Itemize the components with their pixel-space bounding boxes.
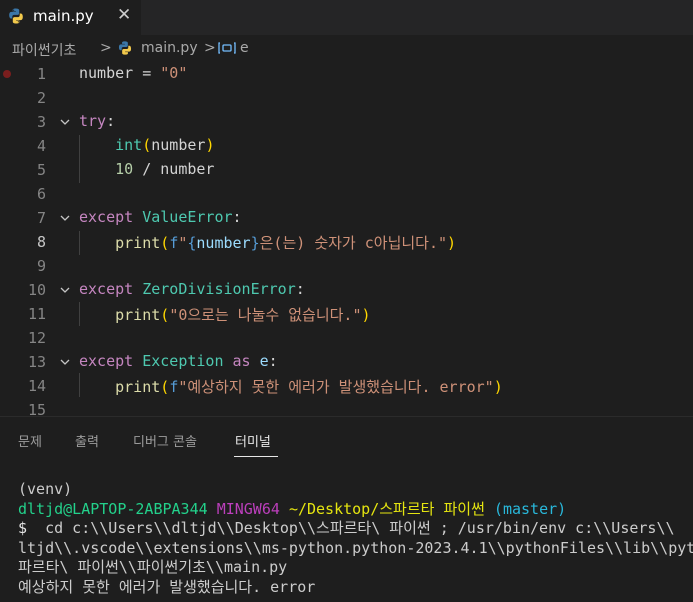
code-text: 10 / number: [115, 160, 215, 178]
line-number: 7: [36, 209, 46, 227]
line-number: 14: [27, 377, 46, 395]
line-number: 13: [27, 353, 46, 371]
terminal-prompt: $: [18, 519, 28, 537]
breadcrumb-symbol[interactable]: e: [240, 40, 249, 56]
chevron-down-icon[interactable]: [58, 115, 72, 129]
code-line: 14 print(f"예상하지 못한 에러가 발생했습니다. error"): [0, 374, 693, 398]
tab-main-py[interactable]: main.py ✕: [0, 0, 141, 35]
code-line: 1 number = "0": [0, 62, 693, 86]
line-number: 1: [36, 65, 46, 83]
code-line: 8 print(f"{number}은(는) 숫자가 c아닙니다."): [0, 230, 693, 254]
tab-debug-console[interactable]: 디버그 콘솔: [133, 431, 197, 450]
bottom-panel: 문제 출력 디버그 콘솔 터미널 (venv) dltjd@LAPTOP-2AB…: [0, 416, 693, 602]
code-text: number = "0": [79, 64, 188, 82]
terminal-path: ~/Desktop/스파르타 파이썬: [288, 499, 485, 518]
chevron-right-icon: >: [100, 40, 112, 56]
code-text: print("0으로는 나눌수 없습니다."): [115, 306, 371, 324]
line-number: 3: [36, 113, 46, 131]
terminal-output[interactable]: (venv) dltjd@LAPTOP-2ABPA344 MINGW64 ~/D…: [18, 480, 693, 597]
terminal-program-output: 예상하지 못한 에러가 발생했습니다. error: [18, 577, 316, 596]
line-number: 11: [27, 305, 46, 323]
python-icon: [9, 8, 23, 24]
variable-symbol-icon: [218, 42, 236, 54]
close-icon[interactable]: ✕: [117, 5, 131, 25]
line-number: 8: [36, 233, 46, 251]
terminal-command: cd c:\\Users\\dltjd\\Desktop\\스파르타\ 파이썬 …: [27, 519, 675, 537]
code-text: except ValueError:: [79, 208, 242, 226]
python-icon: [118, 41, 132, 55]
breadcrumb-file[interactable]: main.py: [141, 40, 198, 56]
tab-label: main.py: [33, 7, 94, 25]
chevron-right-icon: >: [204, 40, 216, 56]
line-number: 9: [36, 257, 46, 275]
code-line: 7 except ValueError:: [0, 206, 693, 230]
active-tab-indicator: [234, 456, 278, 457]
terminal-shell: MINGW64: [216, 499, 280, 518]
line-number: 4: [36, 137, 46, 155]
terminal-venv: (venv): [18, 480, 73, 498]
line-number: 2: [36, 89, 46, 107]
code-text: int(number): [115, 136, 215, 154]
breadcrumb-folder[interactable]: 파이썬기초: [12, 40, 76, 60]
code-editor[interactable]: 1 number = "0" 2 3 try: 4 int(number) 5 …: [0, 62, 693, 419]
breadcrumb: 파이썬기초 > main.py > e: [0, 37, 693, 61]
code-line: 3 try:: [0, 110, 693, 134]
code-text: print(f"예상하지 못한 에러가 발생했습니다. error"): [115, 378, 503, 396]
terminal-user: dltjd@LAPTOP-2ABPA344: [18, 499, 208, 518]
line-number: 6: [36, 185, 46, 203]
tab-terminal[interactable]: 터미널: [235, 431, 271, 450]
line-number: 10: [27, 281, 46, 299]
code-line: 9: [0, 254, 693, 278]
line-number: 12: [27, 329, 46, 347]
terminal-command-cont: 파르타\ 파이썬\\파이썬기초\\main.py: [18, 558, 288, 576]
panel-tabs: 문제 출력 디버그 콘솔 터미널: [0, 417, 693, 457]
code-line: 10 except ZeroDivisionError:: [0, 278, 693, 302]
tab-problems[interactable]: 문제: [18, 431, 42, 450]
code-line: 5 10 / number: [0, 158, 693, 182]
code-line: 6: [0, 182, 693, 206]
terminal-command-cont: ltjd\\.vscode\\extensions\\ms-python.pyt…: [18, 538, 693, 557]
terminal-branch: (master): [493, 499, 567, 518]
tab-output[interactable]: 출력: [75, 431, 99, 450]
code-text: print(f"{number}은(는) 숫자가 c아닙니다."): [115, 234, 457, 252]
chevron-down-icon[interactable]: [58, 355, 72, 369]
line-number: 5: [36, 161, 46, 179]
code-text: try:: [79, 112, 116, 130]
code-line: 2: [0, 86, 693, 110]
chevron-down-icon[interactable]: [58, 283, 72, 297]
code-line: 12: [0, 326, 693, 350]
code-line: 4 int(number): [0, 134, 693, 158]
code-text: except Exception as e:: [79, 352, 278, 370]
code-line: 11 print("0으로는 나눌수 없습니다."): [0, 302, 693, 326]
editor-tab-bar: main.py ✕: [0, 0, 693, 35]
code-text: except ZeroDivisionError:: [79, 280, 305, 298]
code-line: 13 except Exception as e:: [0, 350, 693, 374]
chevron-down-icon[interactable]: [58, 211, 72, 225]
